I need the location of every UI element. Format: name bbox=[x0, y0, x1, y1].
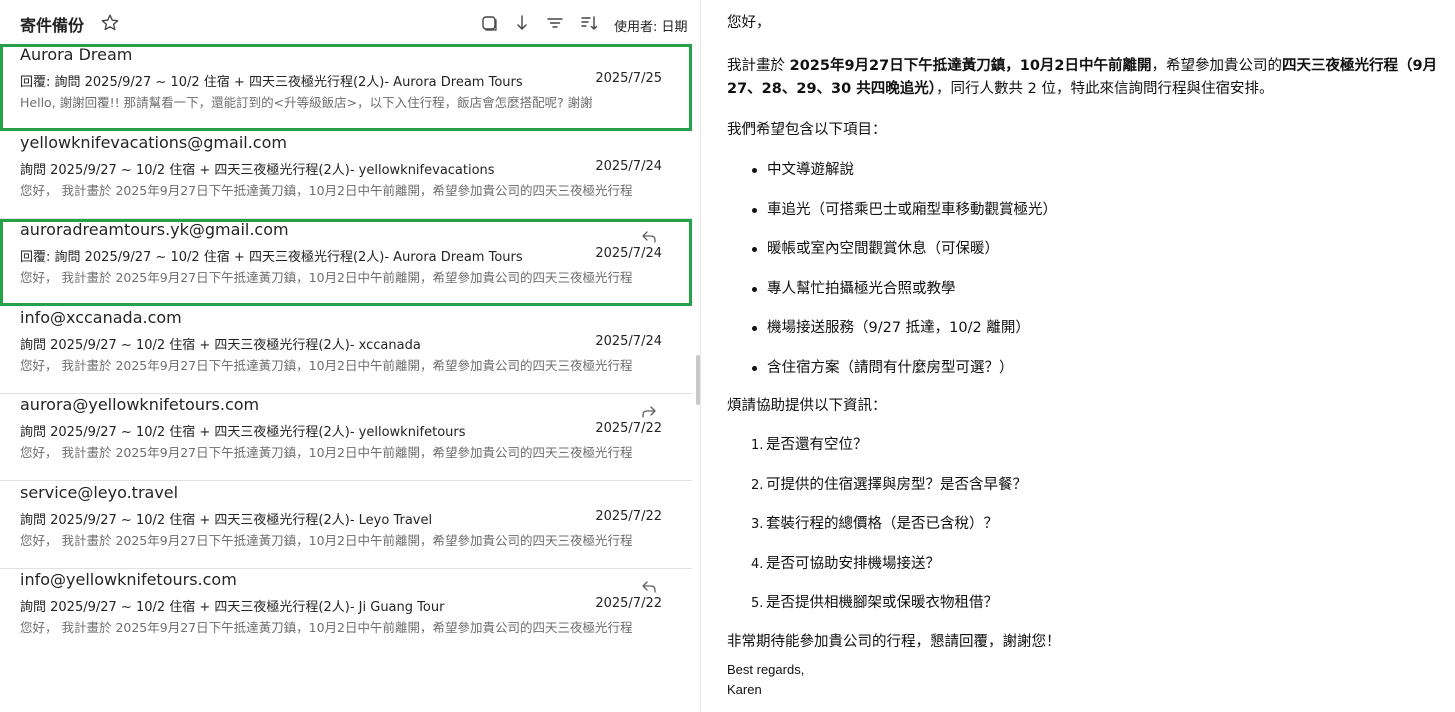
requested-item: 機場接送服務（9/27 抵達，10/2 離開） bbox=[752, 317, 1030, 340]
message-sender: yellowknifevacations@gmail.com bbox=[20, 132, 287, 152]
question-number: 3. bbox=[751, 517, 764, 533]
message-row[interactable]: auroradreamtours.yk@gmail.com 回覆: 詢問 2025… bbox=[0, 219, 692, 306]
message-sender: info@yellowknifetours.com bbox=[20, 570, 237, 589]
question-number: 5. bbox=[751, 596, 764, 612]
question-item: 4. 是否可協助安排機場接送？ bbox=[751, 553, 940, 576]
question-text: 是否可協助安排機場接送？ bbox=[766, 555, 940, 572]
message-sender: service@leyo.travel bbox=[20, 482, 179, 502]
folder-title: 寄件備份 bbox=[20, 16, 85, 35]
items-intro: 我們希望包含以下項目： bbox=[727, 122, 887, 138]
jump-down-icon[interactable] bbox=[513, 14, 531, 32]
pane-divider[interactable] bbox=[700, 0, 701, 712]
message-date: 2025/7/24 bbox=[595, 333, 662, 349]
reply-icon bbox=[642, 581, 656, 593]
question-text: 套裝行程的總價格（是否已含稅）？ bbox=[766, 516, 998, 533]
question-text: 是否提供相機腳架或保暖衣物租借？ bbox=[766, 595, 998, 612]
message-date: 2025/7/24 bbox=[595, 246, 662, 261]
message-subject: 詢問 2025/9/27 ~ 10/2 住宿 + 四天三夜極光行程(2人)- J… bbox=[20, 600, 445, 615]
regards-line: Best regards, bbox=[727, 662, 805, 677]
message-list: Aurora Dream 回覆: 詢問 2025/9/27 ~ 10/2 住宿 +… bbox=[0, 44, 692, 654]
message-preview: 您好， 我計畫於 2025年9月27日下午抵達黃刀鎮，10月2日中午前離開，希望… bbox=[20, 620, 633, 635]
question-item: 1. 是否還有空位？ bbox=[751, 434, 868, 457]
sort-icon[interactable] bbox=[580, 14, 598, 32]
question-item: 5. 是否提供相機腳架或保暖衣物租借？ bbox=[751, 592, 998, 615]
message-date: 2025/7/22 bbox=[595, 421, 662, 436]
select-mode-icon[interactable] bbox=[480, 14, 498, 32]
question-item: 2. 可提供的住宿選擇與房型？是否含早餐？ bbox=[751, 474, 1027, 497]
question-text: 是否還有空位？ bbox=[766, 437, 868, 453]
message-subject: 回覆: 詢問 2025/9/27 ~ 10/2 住宿 + 四天三夜極光行程(2人… bbox=[20, 250, 523, 265]
email-intro: 我計畫於 2025年9月27日下午抵達黃刀鎮，10月2日中午前離開，希望參加貴公… bbox=[727, 55, 1442, 101]
message-preview: 您好， 我計畫於 2025年9月27日下午抵達黃刀鎮，10月2日中午前離開，希望… bbox=[20, 182, 633, 198]
message-sender: auroradreamtours.yk@gmail.com bbox=[20, 220, 289, 239]
question-item: 3. 套裝行程的總價格（是否已含稅）？ bbox=[751, 513, 998, 536]
filter-icon[interactable] bbox=[546, 14, 564, 32]
favorite-star-icon[interactable] bbox=[100, 13, 120, 33]
message-row[interactable]: service@leyo.travel 詢問 2025/9/27 ~ 10/2 住… bbox=[0, 481, 692, 569]
message-list-pane: 寄件備份 使用者: 日期 Aurora Dream 回覆: 詢問 2025/9/2… bbox=[0, 0, 700, 712]
question-number: 4. bbox=[751, 556, 764, 572]
question-number: 1. bbox=[751, 438, 764, 453]
info-intro: 煩請協助提供以下資訊： bbox=[727, 398, 887, 414]
message-preview: 您好， 我計畫於 2025年9月27日下午抵達黃刀鎮，10月2日中午前離開，希望… bbox=[20, 532, 633, 548]
requested-item: 含住宿方案（請問有什麼房型可選？） bbox=[752, 357, 1014, 380]
message-date: 2025/7/22 bbox=[595, 596, 662, 611]
message-row[interactable]: info@xccanada.com 詢問 2025/9/27 ~ 10/2 住宿 … bbox=[0, 306, 692, 394]
message-preview: Hello, 謝謝回覆!! 那請幫看一下，還能訂到的<升等級飯店>，以下入住行程… bbox=[20, 95, 593, 110]
reply-icon bbox=[642, 231, 656, 243]
message-preview: 您好， 我計畫於 2025年9月27日下午抵達黃刀鎮，10月2日中午前離開，希望… bbox=[20, 445, 633, 460]
message-preview: 您好， 我計畫於 2025年9月27日下午抵達黃刀鎮，10月2日中午前離開，希望… bbox=[20, 270, 633, 285]
intro-text-3: ，同行人數共 2 位，特此來信詢問行程與住宿安排。 bbox=[936, 81, 1274, 97]
message-subject: 詢問 2025/9/27 ~ 10/2 住宿 + 四天三夜極光行程(2人)- y… bbox=[20, 425, 466, 440]
message-row[interactable]: Aurora Dream 回覆: 詢問 2025/9/27 ~ 10/2 住宿 +… bbox=[0, 44, 692, 131]
email-greeting: 您好， bbox=[727, 15, 771, 31]
signature-name: Karen bbox=[727, 682, 762, 697]
message-preview: 您好， 我計畫於 2025年9月27日下午抵達黃刀鎮，10月2日中午前離開，希望… bbox=[20, 357, 633, 373]
message-date: 2025/7/25 bbox=[595, 71, 662, 86]
requested-item: 暖帳或室內空間觀賞休息（可保暖） bbox=[752, 238, 999, 261]
intro-bold-dates: 2025年9月27日下午抵達黃刀鎮，10月2日中午前離開 bbox=[789, 58, 1152, 74]
message-row[interactable]: yellowknifevacations@gmail.com 詢問 2025/9/… bbox=[0, 131, 692, 219]
message-sender: info@xccanada.com bbox=[20, 307, 182, 327]
message-subject: 詢問 2025/9/27 ~ 10/2 住宿 + 四天三夜極光行程(2人)- L… bbox=[20, 512, 433, 528]
message-date: 2025/7/24 bbox=[595, 158, 662, 174]
message-row[interactable]: aurora@yellowknifetours.com 詢問 2025/9/27 … bbox=[0, 394, 692, 481]
message-subject: 詢問 2025/9/27 ~ 10/2 住宿 + 四天三夜極光行程(2人)- x… bbox=[20, 337, 421, 353]
intro-text-1: 我計畫於 bbox=[727, 58, 790, 74]
sort-by-label[interactable]: 使用者: 日期 bbox=[614, 16, 688, 35]
requested-item: 中文導遊解說 bbox=[752, 159, 854, 182]
message-subject: 詢問 2025/9/27 ~ 10/2 住宿 + 四天三夜極光行程(2人)- y… bbox=[20, 162, 495, 178]
question-text: 可提供的住宿選擇與房型？是否含早餐？ bbox=[766, 476, 1027, 493]
message-list-header: 寄件備份 使用者: 日期 bbox=[0, 0, 700, 44]
reading-pane: 您好， 我計畫於 2025年9月27日下午抵達黃刀鎮，10月2日中午前離開，希望… bbox=[727, 0, 1447, 712]
message-sender: Aurora Dream bbox=[20, 45, 133, 64]
requested-item: 車追光（可搭乘巴士或廂型車移動觀賞極光） bbox=[752, 199, 1057, 222]
forward-icon bbox=[642, 406, 656, 418]
message-row[interactable]: info@yellowknifetours.com 詢問 2025/9/27 ~ … bbox=[0, 569, 692, 654]
message-sender: aurora@yellowknifetours.com bbox=[20, 395, 260, 414]
message-subject: 回覆: 詢問 2025/9/27 ~ 10/2 住宿 + 四天三夜極光行程(2人… bbox=[20, 75, 523, 90]
email-signature-block: Best regards, Karen bbox=[727, 660, 804, 700]
requested-item: 專人幫忙拍攝極光合照或教學 bbox=[752, 278, 956, 301]
question-number: 2. bbox=[751, 477, 764, 493]
intro-text-2: ，希望參加貴公司的 bbox=[1151, 58, 1283, 74]
email-closing: 非常期待能參加貴公司的行程，懇請回覆，謝謝您！ bbox=[727, 634, 1061, 650]
message-date: 2025/7/22 bbox=[595, 508, 662, 524]
